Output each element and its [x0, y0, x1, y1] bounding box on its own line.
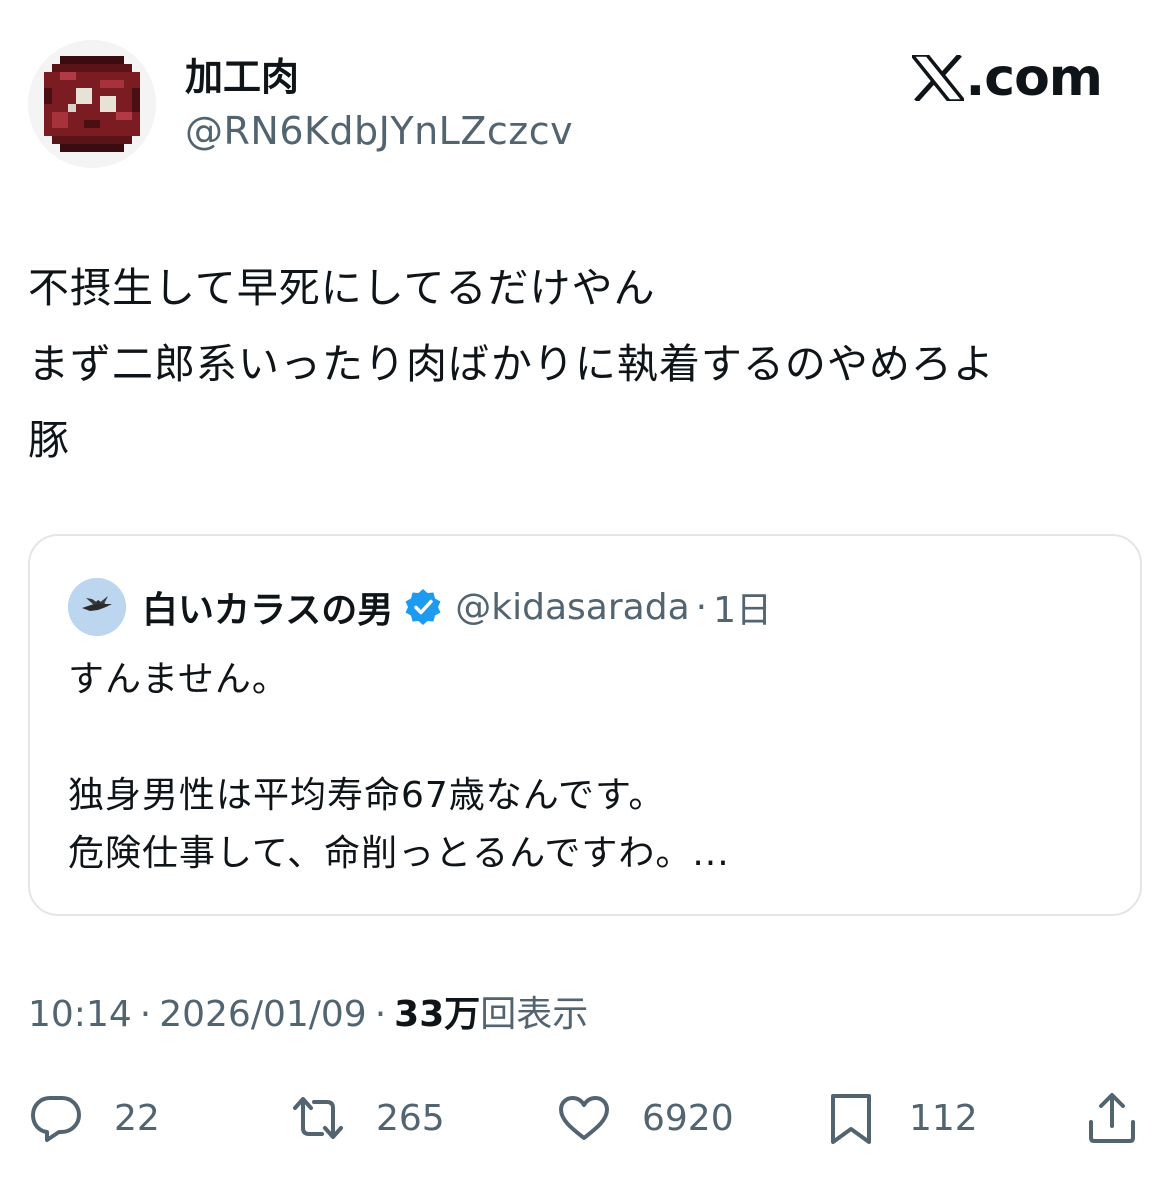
quoted-line: 危険仕事して、命削っとるんですわ。...	[68, 833, 730, 874]
repost-button[interactable]: 265	[290, 1088, 445, 1148]
heart-icon	[559, 1096, 609, 1140]
tweet-line: 豚	[28, 416, 70, 464]
separator-dot: ·	[374, 994, 387, 1035]
quoted-author-handle[interactable]: @kidasarada	[455, 587, 689, 628]
pixel-meat-avatar-icon	[28, 40, 156, 168]
share-button[interactable]	[1084, 1088, 1140, 1148]
quoted-line: 独身男性は平均寿命67歳なんです。	[68, 775, 666, 816]
quoted-blank-line	[68, 709, 730, 767]
quoted-author-avatar[interactable]	[68, 578, 126, 636]
reply-count: 22	[114, 1097, 160, 1139]
separator-dot: ·	[139, 994, 152, 1035]
action-bar: 22 265 6920 112	[28, 1088, 1148, 1148]
x-com-text: .com	[965, 48, 1103, 108]
tweet-meta: 10:14 · 2026/01/09 · 33万回表示	[28, 990, 588, 1040]
quoted-tweet-header: 白いカラスの男 @kidasarada · 1日	[142, 578, 772, 636]
quoted-author-name[interactable]: 白いカラスの男	[142, 581, 393, 633]
tweet-text: 不摂生して早死にしてるだけやん まず二郎系いったり肉ばかりに執着するのやめろよ …	[28, 250, 1148, 478]
tweet-time[interactable]: 10:14	[28, 994, 132, 1035]
repost-count: 265	[376, 1097, 445, 1139]
crow-avatar-icon	[68, 578, 126, 636]
quoted-tweet-time[interactable]: 1日	[713, 581, 772, 633]
x-logo-icon	[911, 55, 964, 101]
x-com-logo: .com	[911, 48, 1103, 108]
separator-dot: ·	[695, 586, 708, 628]
bookmark-icon	[831, 1094, 871, 1144]
bookmark-count: 112	[909, 1097, 978, 1139]
views-count[interactable]: 33万	[394, 994, 480, 1035]
bookmark-button[interactable]: 112	[823, 1088, 978, 1148]
reply-icon	[31, 1096, 81, 1142]
quoted-tweet-card[interactable]: 白いカラスの男 @kidasarada · 1日 すんません。 独身男性は平均寿…	[28, 534, 1142, 916]
share-icon	[1089, 1093, 1135, 1143]
tweet-screenshot: 加工肉 @RN6KdbJYnLZczcv .com 不摂生して早死にしてるだけや…	[0, 0, 1170, 1184]
tweet-date[interactable]: 2026/01/09	[159, 994, 367, 1035]
like-count: 6920	[642, 1097, 734, 1139]
verified-badge-icon	[405, 589, 441, 625]
tweet-line: まず二郎系いったり肉ばかりに執着するのやめろよ	[28, 340, 995, 388]
tweet-line: 不摂生して早死にしてるだけやん	[28, 264, 656, 312]
author-avatar[interactable]	[28, 40, 156, 168]
views-label: 回表示	[480, 994, 589, 1035]
quoted-line: すんません。	[68, 659, 289, 700]
quoted-tweet-text: すんません。 独身男性は平均寿命67歳なんです。 危険仕事して、命削っとるんです…	[68, 651, 730, 883]
author-handle[interactable]: @RN6KdbJYnLZczcv	[185, 106, 573, 156]
repost-icon	[293, 1097, 343, 1139]
author-display-name[interactable]: 加工肉	[185, 52, 299, 102]
like-button[interactable]: 6920	[556, 1088, 734, 1148]
reply-button[interactable]: 22	[28, 1088, 160, 1148]
